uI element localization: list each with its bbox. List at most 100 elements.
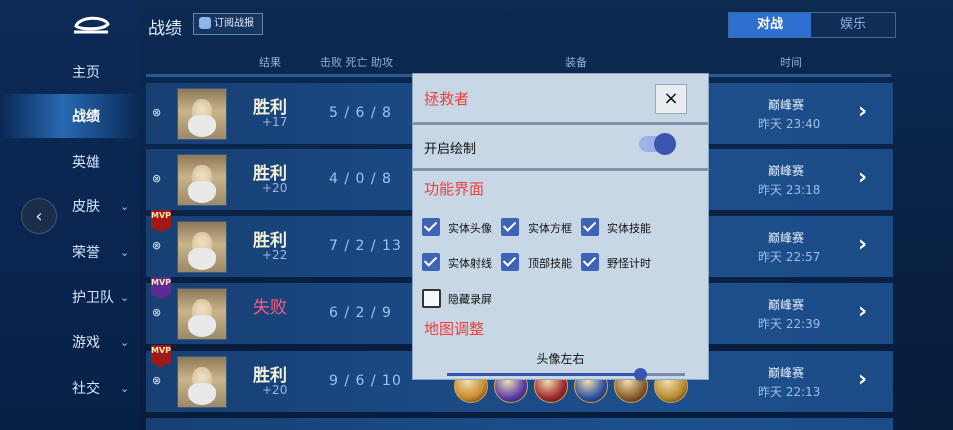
match-mode: 巅峰赛 [768, 298, 805, 312]
hero-beard [188, 181, 216, 203]
mvp-text: MVP [151, 346, 172, 355]
back-logo-icon[interactable] [70, 12, 112, 36]
chevron-right-icon[interactable]: › [858, 165, 867, 190]
match-time: 昨天 22:13 [758, 385, 821, 399]
tab-battle[interactable]: 对战 [729, 13, 811, 37]
sidebar-item-4[interactable]: 荣誉 ⌄ [0, 230, 140, 274]
toggle-knob [654, 133, 676, 155]
tab-entertainment[interactable]: 娱乐 [811, 13, 895, 37]
table-row-partial [146, 418, 893, 430]
link-icon: ⊗ [152, 106, 162, 119]
match-result: 失败 [253, 298, 287, 318]
hero-avatar [177, 356, 227, 408]
link-icon: ⊗ [152, 306, 162, 319]
sidebar-item-0[interactable]: 主页 [0, 50, 140, 94]
sidebar-item-label: 皮肤 [72, 199, 100, 215]
checkbox-label: 实体技能 [607, 222, 651, 235]
kda-value: 6 / 2 / 9 [329, 305, 392, 321]
sidebar-item-5[interactable]: 护卫队 ⌄ [0, 275, 140, 319]
divider [413, 122, 708, 125]
link-icon: ⊗ [152, 239, 162, 252]
slider-label: 头像左右 [536, 352, 585, 366]
mvp-text: MVP [151, 278, 172, 287]
mvp-badge: MVP [151, 210, 171, 236]
chevron-right-icon[interactable]: › [858, 367, 867, 392]
chevron-down-icon: ⌄ [120, 335, 130, 349]
chevron-right-icon[interactable]: › [858, 232, 867, 257]
kda-value: 5 / 6 / 8 [329, 105, 392, 121]
match-mode: 巅峰赛 [768, 98, 805, 112]
collapse-button[interactable]: ‹ [21, 198, 57, 234]
kda-value: 7 / 2 / 13 [329, 238, 402, 254]
hero-avatar [177, 154, 227, 206]
slider-fill [447, 373, 640, 376]
kda-value: 9 / 6 / 10 [329, 373, 402, 389]
sidebar-item-label: 荣誉 [72, 245, 100, 261]
hero-avatar [177, 221, 227, 273]
score-delta: +17 [262, 115, 288, 129]
score-delta: +22 [262, 248, 288, 262]
sidebar-item-label: 主页 [72, 65, 100, 81]
checkbox-1[interactable] [501, 218, 519, 236]
checkbox-6[interactable] [422, 289, 441, 308]
sidebar-item-label: 游戏 [72, 335, 100, 351]
score-delta: +20 [262, 383, 288, 397]
sidebar-item-6[interactable]: 游戏 ⌄ [0, 320, 140, 364]
map-heading: 地图调整 [424, 320, 485, 338]
hero-beard [188, 115, 216, 137]
mode-tabs: 对战 娱乐 [728, 12, 896, 38]
sidebar-item-label: 护卫队 [72, 290, 114, 306]
checkbox-0[interactable] [422, 218, 440, 236]
column-header-time: 时间 [780, 56, 802, 69]
checkbox-label: 隐藏录屏 [448, 293, 492, 306]
link-icon: ⊗ [152, 374, 162, 387]
hero-beard [188, 383, 216, 405]
cheat-panel: 拯救者 × 开启绘制 功能界面 实体头像 实体方框 实体技能实体射线 顶部技能 野怪计时… [412, 73, 709, 381]
checkbox-2[interactable] [581, 218, 599, 236]
sidebar-item-1[interactable]: 战绩 [0, 94, 140, 138]
panel-title: 拯救者 [424, 90, 470, 108]
checkbox-4[interactable] [501, 253, 519, 271]
hero-avatar [177, 288, 227, 340]
mvp-badge: MVP [151, 345, 171, 371]
match-time: 昨天 22:39 [758, 317, 821, 331]
chevron-right-icon[interactable]: › [858, 99, 867, 124]
match-mode: 巅峰赛 [768, 231, 805, 245]
match-mode: 巅峰赛 [768, 164, 805, 178]
hero-beard [188, 315, 216, 337]
checkbox-3[interactable] [422, 253, 440, 271]
score-delta: +20 [262, 181, 288, 195]
mvp-text: MVP [151, 211, 172, 220]
sidebar-item-2[interactable]: 英雄 [0, 140, 140, 184]
subscribe-report-button[interactable]: 订阅战报 [193, 13, 263, 35]
avatar-offset-slider[interactable] [447, 368, 685, 381]
checkbox-label: 顶部技能 [528, 257, 572, 270]
column-header-result: 结果 [259, 56, 281, 69]
match-time: 昨天 23:40 [758, 117, 821, 131]
checkbox-label: 野怪计时 [607, 257, 651, 270]
sidebar-item-label: 社交 [72, 381, 100, 397]
draw-toggle-label: 开启绘制 [424, 142, 477, 157]
hero-beard [188, 248, 216, 270]
chevron-down-icon: ⌄ [120, 199, 130, 213]
checkbox-5[interactable] [581, 253, 599, 271]
chevron-down-icon: ⌄ [120, 381, 130, 395]
slider-thumb[interactable] [633, 368, 647, 381]
bell-icon [199, 17, 211, 29]
sidebar-item-7[interactable]: 社交 ⌄ [0, 366, 140, 410]
column-header-equipment: 装备 [565, 56, 587, 69]
divider [413, 168, 708, 171]
subscribe-label: 订阅战报 [214, 18, 254, 29]
chevron-right-icon[interactable]: › [858, 299, 867, 324]
features-heading: 功能界面 [424, 180, 485, 198]
page-title: 战绩 [148, 19, 182, 39]
chevron-down-icon: ⌄ [120, 290, 130, 304]
checkbox-label: 实体方框 [528, 222, 572, 235]
column-header-kda: 击败 死亡 助攻 [320, 56, 393, 69]
match-time: 昨天 23:18 [758, 183, 821, 197]
checkbox-label: 实体射线 [448, 257, 492, 270]
draw-toggle[interactable] [639, 133, 676, 155]
sidebar-item-label: 战绩 [72, 109, 100, 125]
checkbox-label: 实体头像 [448, 222, 492, 235]
close-button[interactable]: × [655, 84, 687, 114]
